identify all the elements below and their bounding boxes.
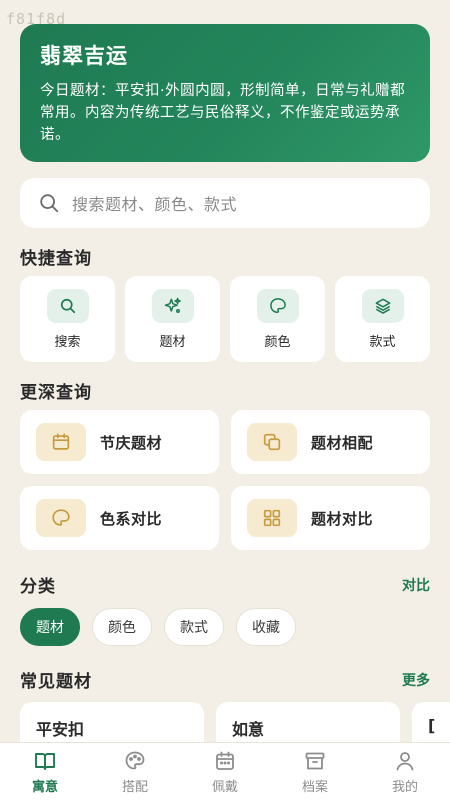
quick-item-search[interactable]: 搜索: [20, 276, 115, 362]
user-icon: [396, 751, 414, 770]
palette-icon: [52, 509, 70, 526]
quick-item-theme[interactable]: 题材: [125, 276, 220, 362]
search-icon: [40, 194, 59, 213]
deep-item-match[interactable]: 题材相配: [231, 410, 430, 474]
bottom-tab-bar: 寓意 搭配 佩戴 档案 我的: [0, 742, 450, 800]
quick-item-label: 搜索: [54, 334, 81, 350]
deep-item-label: 题材相配: [311, 433, 374, 452]
chip-favorites[interactable]: 收藏: [236, 608, 296, 646]
copy-icon: [263, 433, 281, 451]
category-chips: 题材 颜色 款式 收藏: [20, 608, 296, 646]
grid-icon: [263, 509, 281, 527]
palette-icon: [269, 297, 286, 313]
search-icon: [60, 298, 75, 313]
search-bar[interactable]: 搜索题材、颜色、款式: [20, 178, 430, 228]
section-title-quick: 快捷查询: [20, 249, 92, 269]
chip-style[interactable]: 款式: [164, 608, 224, 646]
sparkle-icon: [164, 297, 181, 313]
tab-archive[interactable]: 档案: [270, 743, 360, 800]
quick-item-style[interactable]: 款式: [335, 276, 430, 362]
quick-item-label: 颜色: [264, 334, 291, 350]
deep-item-color-compare[interactable]: 色系对比: [20, 486, 219, 550]
category-compare-link[interactable]: 对比: [402, 575, 430, 595]
quick-item-label: 款式: [369, 334, 396, 350]
tab-wearing[interactable]: 佩戴: [180, 743, 270, 800]
hero-banner[interactable]: 翡翠吉运 今日题材：平安扣·外圆内圆，形制简单，日常与礼赠都常用。内容为传统工艺…: [20, 24, 430, 162]
deep-item-label: 色系对比: [100, 509, 163, 528]
section-title-deep: 更深查询: [20, 383, 92, 403]
common-theme-label: 如意: [232, 720, 265, 739]
chip-color[interactable]: 颜色: [92, 608, 152, 646]
tab-label: 我的: [391, 779, 418, 795]
tab-label: 档案: [301, 779, 328, 795]
archive-icon: [305, 752, 325, 769]
tab-label: 佩戴: [211, 779, 238, 795]
calendar-icon: [216, 751, 234, 770]
section-title-category: 分类: [20, 577, 56, 597]
deep-item-theme-compare[interactable]: 题材对比: [231, 486, 430, 550]
tab-matching[interactable]: 搭配: [90, 743, 180, 800]
deep-item-label: 题材对比: [311, 509, 374, 528]
tab-label: 搭配: [121, 779, 148, 795]
quick-item-color[interactable]: 颜色: [230, 276, 325, 362]
hero-title: 翡翠吉运: [40, 44, 128, 68]
common-theme-label: [: [428, 716, 436, 735]
tab-meaning[interactable]: 寓意: [0, 743, 90, 800]
calendar-icon: [52, 433, 70, 450]
book-icon: [35, 752, 55, 770]
deep-item-label: 节庆题材: [100, 433, 163, 452]
quick-item-label: 题材: [159, 334, 186, 350]
common-more-link[interactable]: 更多: [402, 670, 430, 690]
quick-query-row: 搜索 题材 颜色 款式: [20, 276, 430, 362]
common-theme-label: 平安扣: [36, 720, 85, 739]
palette-icon: [125, 751, 145, 769]
hero-description: 今日题材：平安扣·外圆内圆，形制简单，日常与礼赠都常用。内容为传统工艺与民俗释义…: [40, 83, 406, 143]
layers-icon: [375, 298, 390, 314]
tab-mine[interactable]: 我的: [360, 743, 450, 800]
tab-label: 寓意: [31, 779, 58, 795]
chip-theme[interactable]: 题材: [20, 608, 80, 646]
section-title-common: 常见题材: [20, 672, 92, 692]
deep-item-festival[interactable]: 节庆题材: [20, 410, 219, 474]
search-placeholder: 搜索题材、颜色、款式: [72, 195, 238, 214]
